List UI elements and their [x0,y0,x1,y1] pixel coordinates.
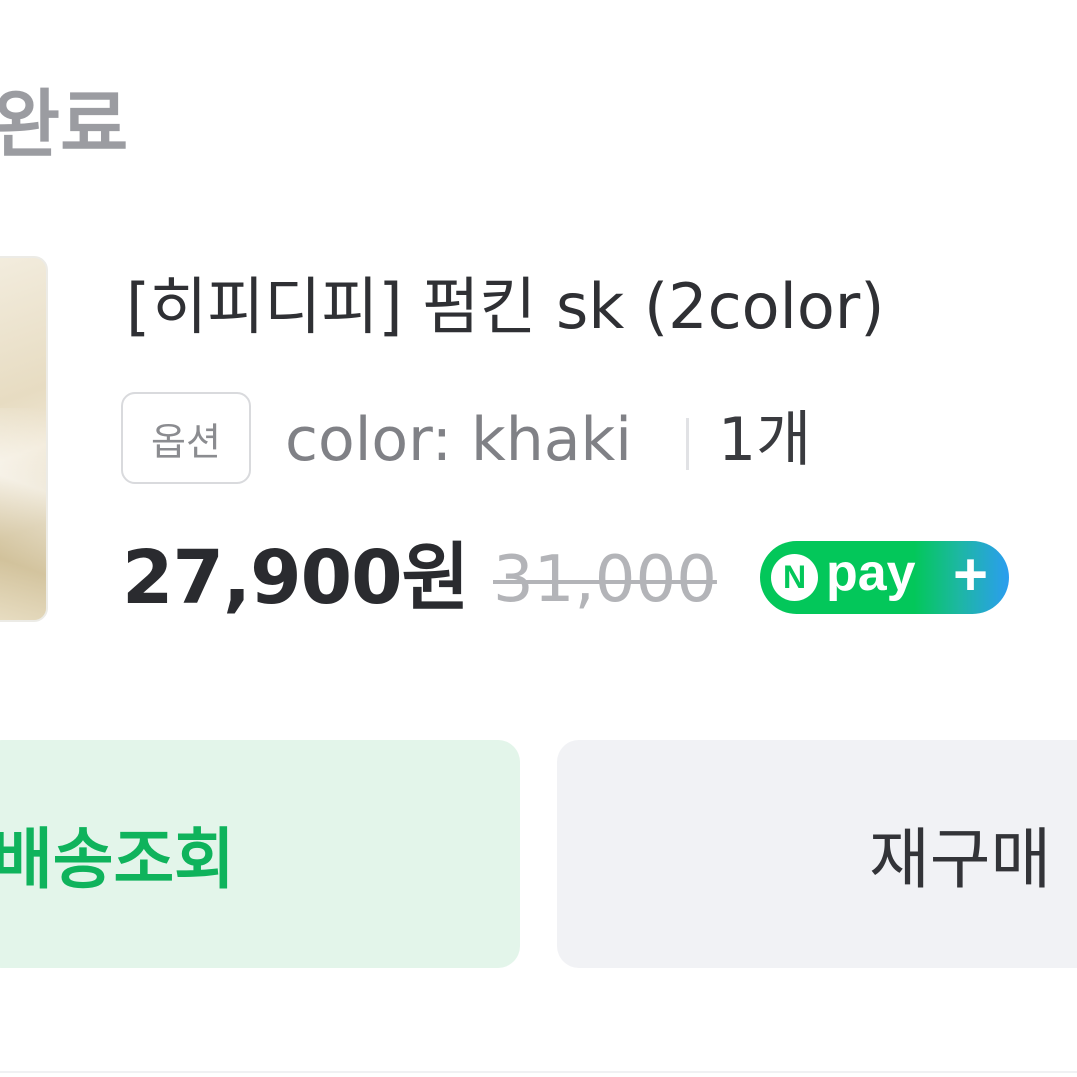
option-quantity: 1개 [718,405,812,475]
npay-plus-badge: N pay + [760,541,1009,614]
track-delivery-button[interactable]: 배송조회 [0,740,520,968]
option-badge: 옵션 [121,392,251,484]
option-divider [686,418,689,470]
bottom-divider [0,1071,1077,1073]
rebuy-label: 재구매 [869,821,1052,898]
track-delivery-label: 배송조회 [0,821,235,898]
product-thumbnail[interactable] [0,256,48,622]
sale-price: 27,900원 [122,535,470,621]
option-value: color: khaki [285,405,632,475]
rebuy-button[interactable]: 재구매 [557,740,1077,968]
npay-label: pay [826,544,916,602]
order-status-title: 완료 [0,82,129,168]
product-name[interactable]: [히피디피] 펌킨 sk (2color) [126,276,884,338]
product-thumbnail-fabric [0,408,46,620]
original-price: 31,000 [493,543,717,617]
plus-icon: + [953,541,989,608]
npay-n-icon: N [771,554,818,601]
